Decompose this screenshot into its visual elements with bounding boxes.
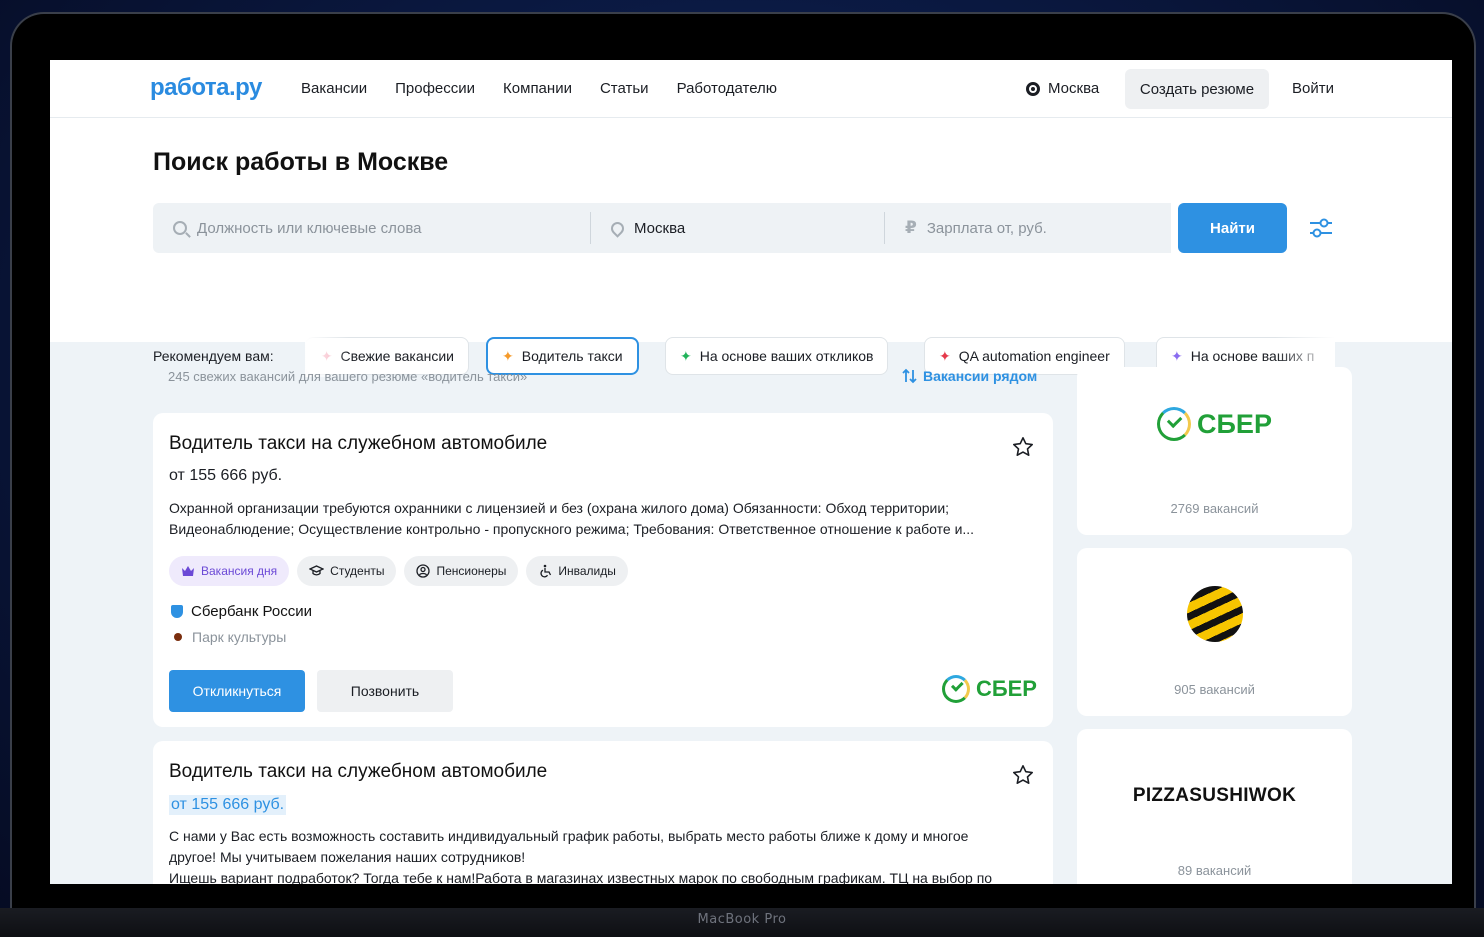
chip-label: QA automation engineer <box>958 348 1110 364</box>
metro-line-icon <box>174 633 182 641</box>
wheelchair-icon <box>540 564 552 578</box>
location-value: Москва <box>634 219 686 237</box>
nav-vacancies[interactable]: Вакансии <box>301 80 367 97</box>
recommend-label: Рекомендуем вам: <box>153 348 274 364</box>
chip-label: Водитель такси <box>521 348 623 364</box>
vacancy-card[interactable]: Водитель такси на служебном автомобиле о… <box>153 741 1053 884</box>
site-logo[interactable]: работа.ру <box>150 74 262 102</box>
vacancy-title[interactable]: Водитель такси на служебном автомобиле <box>169 761 547 783</box>
search-icon <box>173 221 187 235</box>
vacancy-salary: от 155 666 руб. <box>169 795 287 815</box>
sparkle-icon: ✦ <box>1171 347 1183 364</box>
keywords-placeholder: Должность или ключевые слова <box>197 219 422 237</box>
sparkle-icon: ✦ <box>502 347 514 364</box>
company-card-pizzasushiwok[interactable]: PIZZASUSHIWOK 89 вакансий <box>1077 729 1352 884</box>
tag-label: Пенсионеры <box>436 564 507 578</box>
chip-label: Свежие вакансии <box>340 348 454 364</box>
city-selector[interactable]: Москва <box>1026 80 1099 97</box>
tag-label: Студенты <box>330 564 385 578</box>
main-nav: Вакансии Профессии Компании Статьи Работ… <box>301 80 777 97</box>
page-title: Поиск работы в Москве <box>153 148 449 176</box>
sber-logo-icon <box>1157 407 1192 441</box>
tag-label: Инвалиды <box>558 564 616 578</box>
call-button[interactable]: Позвонить <box>317 670 453 712</box>
company-vacancy-count: 89 вакансий <box>1177 863 1252 878</box>
description-line: Видеонаблюдение; Осуществление контрольн… <box>169 521 975 537</box>
favorite-star-icon[interactable] <box>1011 763 1035 787</box>
salary-input[interactable]: ₽ Зарплата от, руб. <box>905 203 1165 253</box>
device-label: MacBook Pro <box>697 912 787 927</box>
sber-logo-icon <box>941 675 970 703</box>
vacancy-card[interactable]: Водитель такси на служебном автомобиле о… <box>153 413 1053 727</box>
nearby-label: Вакансии рядом <box>923 368 1038 384</box>
company-card-sber[interactable]: СБЕР 2769 вакансий <box>1077 367 1352 535</box>
tag-students: Студенты <box>297 556 397 586</box>
metro-station: Парк культуры <box>171 629 286 645</box>
favorite-star-icon[interactable] <box>1011 435 1035 459</box>
metro-label: Парк культуры <box>192 629 287 645</box>
nearby-vacancies-link[interactable]: Вакансии рядом <box>902 368 1037 384</box>
search-section: Поиск работы в Москве Должность или ключ… <box>50 118 1452 377</box>
location-input[interactable]: Москва <box>608 203 881 253</box>
company-logo-text: PIZZASUSHIWOK <box>1132 785 1297 806</box>
create-resume-button[interactable]: Создать резюме <box>1125 69 1269 109</box>
beeline-logo-icon <box>1187 586 1243 642</box>
salary-placeholder: Зарплата от, руб. <box>926 219 1047 237</box>
map-pin-icon <box>608 218 627 238</box>
nav-professions[interactable]: Профессии <box>395 80 475 97</box>
find-button[interactable]: Найти <box>1178 203 1287 253</box>
tag-disabled: Инвалиды <box>526 556 628 586</box>
logo-text: СБЕР <box>975 676 1037 701</box>
description-line: С нами у Вас есть возможность составить … <box>169 828 969 844</box>
company-name[interactable]: Сбербанк России <box>171 603 312 620</box>
apply-button[interactable]: Откликнуться <box>169 670 305 712</box>
sparkle-icon: ✦ <box>939 347 951 364</box>
crown-icon <box>182 566 194 576</box>
company-vacancy-count: 905 вакансий <box>1174 682 1255 697</box>
keywords-input[interactable]: Должность или ключевые слова <box>173 203 583 253</box>
city-label: Москва <box>1048 80 1100 97</box>
browser-screen: работа.ру Вакансии Профессии Компании Ст… <box>50 60 1452 884</box>
company-vacancy-count: 2769 вакансий <box>1170 501 1259 516</box>
company-logo: СБЕР <box>941 675 1037 703</box>
tag-vacancy-of-day: Вакансия дня <box>169 556 290 586</box>
description-line: Ищешь вариант подработок? Тогда тебе к н… <box>169 870 993 884</box>
description-line: другое! Мы учитываем пожелания наших сот… <box>169 849 526 865</box>
tag-label: Вакансия дня <box>201 564 278 578</box>
sparkle-icon: ✦ <box>680 347 692 364</box>
login-link[interactable]: Войти <box>1292 80 1334 97</box>
vacancy-tags: Вакансия дня Студенты Пенсионеры Инвалид… <box>169 556 628 586</box>
nav-employer[interactable]: Работодателю <box>677 80 777 97</box>
chip-based-on-responses[interactable]: ✦ На основе ваших откликов <box>665 337 889 375</box>
company-label: Сбербанк России <box>191 603 312 620</box>
ruble-icon: ₽ <box>905 218 917 237</box>
tag-pensioners: Пенсионеры <box>404 556 519 586</box>
company-card-beeline[interactable]: 905 вакансий <box>1077 548 1352 716</box>
logo-text: СБЕР <box>1197 408 1272 439</box>
verified-shield-icon <box>171 605 183 618</box>
top-navigation: работа.ру Вакансии Профессии Компании Ст… <box>50 60 1452 118</box>
nav-companies[interactable]: Компании <box>503 80 572 97</box>
nav-articles[interactable]: Статьи <box>600 80 649 97</box>
field-divider <box>884 212 885 244</box>
chip-label: На основе ваших откликов <box>699 348 874 364</box>
sort-arrows-icon <box>902 368 917 384</box>
description-line: Охранной организации требуются охранники… <box>169 500 950 516</box>
vacancy-title[interactable]: Водитель такси на служебном автомобиле <box>169 433 547 455</box>
filters-icon[interactable] <box>1308 216 1334 240</box>
vacancy-description: С нами у Вас есть возможность составить … <box>169 826 1019 884</box>
company-logo: СБЕР <box>1077 407 1352 441</box>
graduation-cap-icon <box>309 565 325 576</box>
vacancy-salary: от 155 666 руб. <box>169 467 283 484</box>
user-circle-icon <box>416 564 431 578</box>
field-divider <box>590 212 591 244</box>
search-bar: Должность или ключевые слова Москва ₽ За… <box>153 203 1171 253</box>
vacancy-description: Охранной организации требуются охранники… <box>169 498 1019 540</box>
location-pin-icon <box>1026 81 1040 96</box>
results-count: 245 свежих вакансий для вашего резюме «в… <box>168 369 528 384</box>
